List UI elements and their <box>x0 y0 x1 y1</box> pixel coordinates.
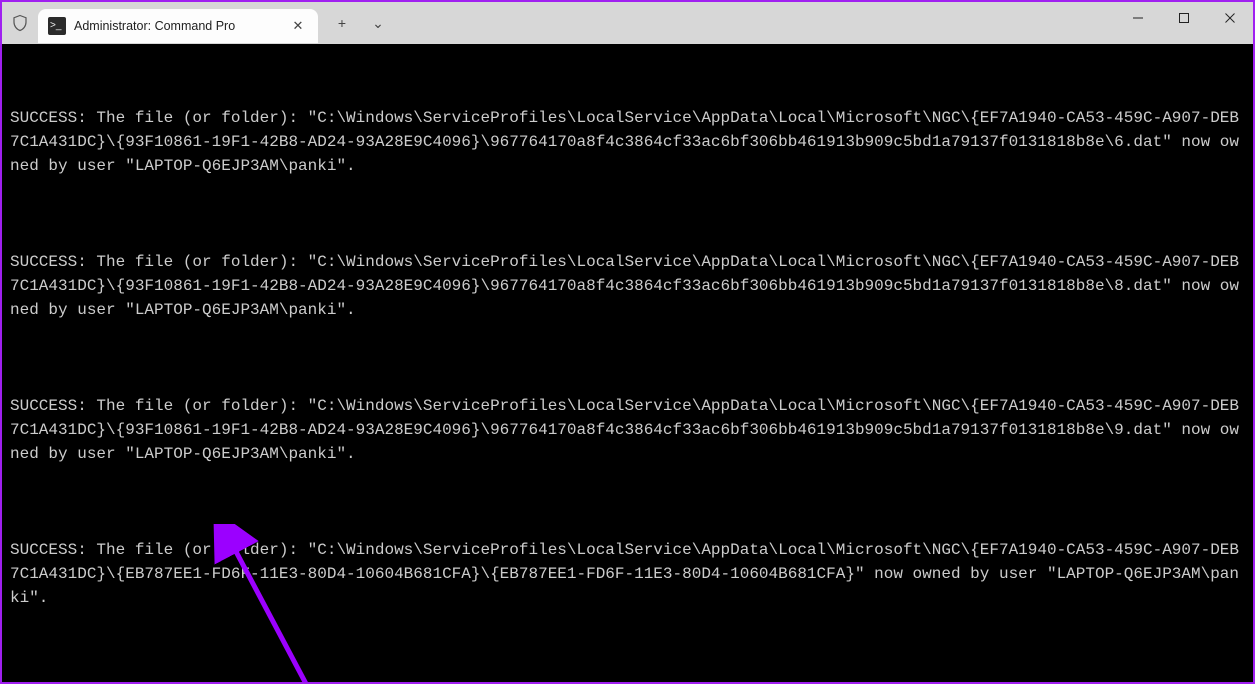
tab-strip-controls: + ⌄ <box>326 2 394 44</box>
output-line: SUCCESS: The file (or folder): "C:\Windo… <box>10 250 1245 322</box>
terminal-output[interactable]: SUCCESS: The file (or folder): "C:\Windo… <box>2 44 1253 682</box>
shield-icon <box>10 13 30 33</box>
minimize-button[interactable] <box>1115 2 1161 34</box>
tab-title: Administrator: Command Pro <box>74 19 288 33</box>
titlebar: >_ Administrator: Command Pro ✕ + ⌄ <box>2 2 1253 44</box>
output-line: SUCCESS: The file (or folder): "C:\Windo… <box>10 394 1245 466</box>
tab-dropdown-button[interactable]: ⌄ <box>362 9 394 37</box>
maximize-button[interactable] <box>1161 2 1207 34</box>
terminal-window: >_ Administrator: Command Pro ✕ + ⌄ SUCC… <box>0 0 1255 684</box>
tab-close-button[interactable]: ✕ <box>288 16 308 36</box>
output-line: SUCCESS: The file (or folder): "C:\Windo… <box>10 538 1245 610</box>
new-tab-button[interactable]: + <box>326 9 358 37</box>
tab-active[interactable]: >_ Administrator: Command Pro ✕ <box>38 9 318 43</box>
window-controls <box>1115 2 1253 34</box>
output-line: SUCCESS: The file (or folder): "C:\Windo… <box>10 106 1245 178</box>
titlebar-left: >_ Administrator: Command Pro ✕ + ⌄ <box>2 2 394 44</box>
command-prompt-icon: >_ <box>48 17 66 35</box>
close-button[interactable] <box>1207 2 1253 34</box>
